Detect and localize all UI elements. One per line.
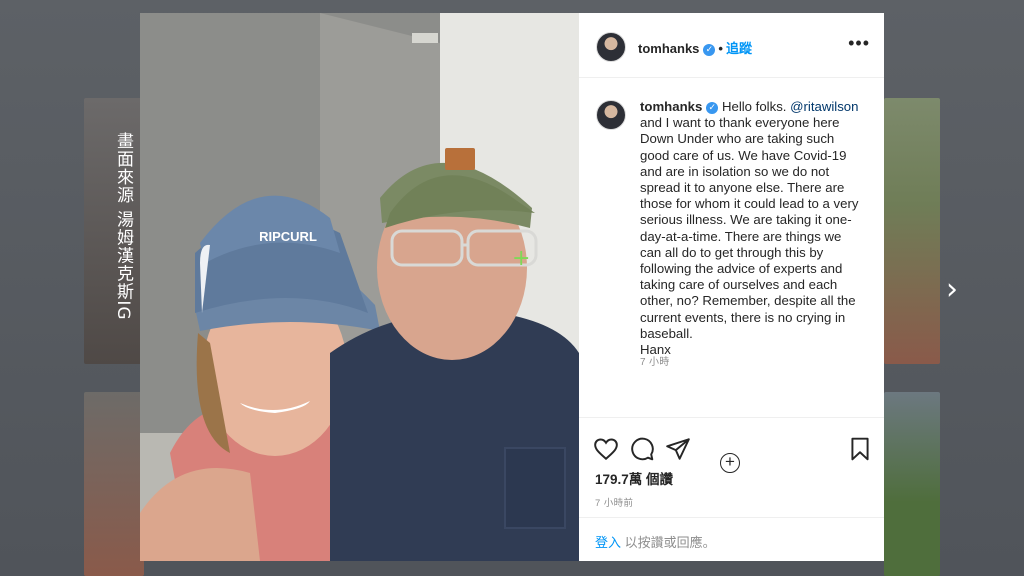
comment-login-prompt: 登入 以按讚或回應。	[595, 532, 716, 551]
background-post-thumbnail	[84, 392, 144, 576]
header-user-line: tomhanks ✓ • 追蹤	[638, 38, 752, 57]
source-caption: 畫面來源 湯姆漢克斯IG	[113, 132, 133, 321]
like-count[interactable]: 179.7萬 個讚	[595, 468, 673, 488]
post-panel: tomhanks ✓ • 追蹤 ••• tomhanks ✓ Hello folks. …	[579, 13, 884, 561]
caption-text: tomhanks ✓ Hello folks. @ritawilson and I…	[640, 99, 865, 358]
svg-text:+: +	[512, 246, 530, 271]
avatar[interactable]	[596, 32, 626, 62]
bookmark-icon[interactable]	[847, 436, 873, 462]
post-header: tomhanks ✓ • 追蹤 •••	[579, 13, 884, 78]
more-options-icon[interactable]: •••	[848, 33, 870, 54]
heart-icon[interactable]	[593, 436, 619, 462]
verified-badge-icon: ✓	[703, 44, 716, 56]
caption-timestamp: 7 小時	[640, 357, 670, 368]
background-post-thumbnail	[884, 98, 940, 364]
verified-badge-icon: ✓	[706, 102, 719, 114]
login-link[interactable]: 登入	[595, 535, 621, 550]
username-link[interactable]: tomhanks	[638, 41, 699, 56]
mention-link[interactable]: @ritawilson	[790, 99, 858, 114]
comment-box: 登入 以按讚或回應。	[579, 517, 884, 562]
caption-comment: tomhanks ✓ Hello folks. @ritawilson and I…	[579, 77, 884, 473]
caption-body: and I want to thank everyone here Down U…	[640, 115, 859, 341]
comment-prompt-text: 以按讚或回應。	[621, 535, 716, 550]
background-post-thumbnail	[884, 392, 940, 576]
follow-button[interactable]: 追蹤	[726, 41, 752, 56]
chevron-right-icon[interactable]: ›	[946, 272, 958, 307]
avatar[interactable]	[596, 100, 626, 130]
share-icon[interactable]	[665, 436, 691, 462]
comment-icon[interactable]	[629, 436, 655, 462]
separator-dot: •	[718, 41, 723, 56]
caption-greeting: Hello folks.	[718, 99, 791, 114]
caption-username-link[interactable]: tomhanks	[640, 99, 702, 114]
action-bar: 179.7萬 個讚 7 小時前	[579, 417, 884, 518]
cap-logo-text: RIPCURL	[259, 229, 317, 244]
post-timestamp[interactable]: 7 小時前	[595, 495, 633, 509]
post-photo: RIPCURL +	[140, 13, 579, 561]
